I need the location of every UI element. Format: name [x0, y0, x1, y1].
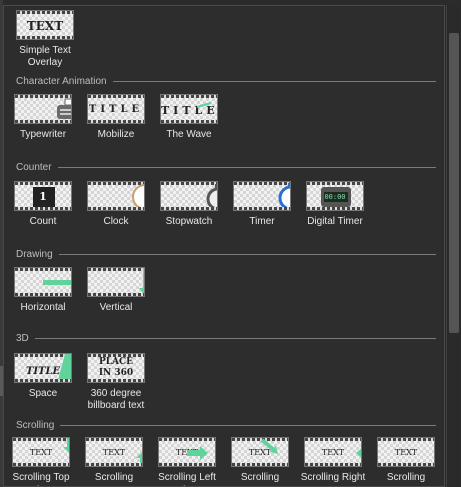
scroll-left-arrow-icon: TEXT	[304, 437, 362, 467]
scroll-up-arrow-icon: TEXT	[85, 437, 143, 467]
effect-timer[interactable]: Timer	[229, 181, 295, 228]
effect-thumbnail: TITLE	[14, 353, 72, 383]
category-3d: 3D	[16, 333, 436, 344]
effect-label: 360 degree billboard text	[87, 388, 145, 411]
effect-label: Scrolling	[240, 472, 280, 483]
category-divider	[60, 425, 436, 426]
title-effects-panel: TEXT Simple Text Overlay Character Anima…	[3, 5, 445, 487]
stopwatch-icon	[160, 181, 218, 211]
effect-label: Timer	[249, 216, 275, 227]
effect-label: Scrolling Right	[300, 472, 366, 483]
effect-digital-timer[interactable]: 00:00 Digital Timer	[302, 181, 368, 228]
effect-clock[interactable]: Clock	[83, 181, 149, 228]
effect-scrolling-bottom[interactable]: TEXT Scrolling	[81, 437, 147, 484]
typewriter-icon	[14, 94, 72, 124]
category-title: Scrolling	[16, 420, 55, 431]
effect-label: Space	[28, 388, 58, 399]
category-counter: Counter	[16, 162, 436, 173]
scrollbar-thumb[interactable]	[449, 33, 459, 333]
effect-label: Simple Text Overlay	[19, 45, 71, 68]
category-divider	[34, 338, 436, 339]
effect-vertical[interactable]: Vertical	[83, 267, 149, 314]
category-divider	[57, 167, 436, 168]
effect-scrolling-right[interactable]: TEXT Scrolling Right	[300, 437, 366, 484]
effect-label: Scrolling Left to	[158, 472, 216, 486]
category-title: Drawing	[16, 249, 53, 260]
effect-thumbnail: 1	[14, 181, 72, 211]
category-scrolling: Scrolling	[16, 420, 436, 431]
effect-simple-text-overlay[interactable]: TEXT Simple Text Overlay	[12, 10, 78, 69]
effect-label: Mobilize	[97, 129, 135, 140]
effect-space[interactable]: TITLE Space	[10, 353, 76, 400]
effect-label: Scrolling Top to	[12, 472, 70, 486]
category-drawing: Drawing	[16, 249, 436, 260]
effect-thumbnail: PLACE IN 360	[87, 353, 145, 383]
effect-label: Typewriter	[19, 129, 67, 140]
effect-360-billboard[interactable]: PLACE IN 360 360 degree billboard text	[83, 353, 149, 412]
category-divider	[112, 81, 436, 82]
effect-scrolling-left-to[interactable]: TEXT Scrolling Left to	[154, 437, 220, 486]
effect-count[interactable]: 1 Count	[10, 181, 76, 228]
effect-the-wave[interactable]: TITLE The Wave	[156, 94, 222, 141]
effect-thumbnail: TITLE	[87, 94, 145, 124]
vertical-arrow-icon	[87, 267, 145, 297]
vertical-scrollbar[interactable]	[446, 5, 460, 487]
effect-thumbnail: TITLE	[160, 94, 218, 124]
effect-stopwatch[interactable]: Stopwatch	[156, 181, 222, 228]
scroll-diagonal-arrow-icon: TEXT	[377, 437, 435, 467]
effect-mobilize[interactable]: TITLE Mobilize	[83, 94, 149, 141]
effect-scrolling-diagonal[interactable]: TEXT Scrolling	[227, 437, 293, 484]
timer-icon	[233, 181, 291, 211]
effect-label: Vertical	[99, 302, 133, 313]
effect-label: Count	[29, 216, 57, 227]
effect-horizontal[interactable]: Horizontal	[10, 267, 76, 314]
category-title: Counter	[16, 162, 52, 173]
category-character-animation: Character Animation	[16, 76, 436, 87]
effect-scrolling-top-to[interactable]: TEXT Scrolling Top to	[8, 437, 74, 486]
scroll-right-arrow-icon: TEXT	[158, 437, 216, 467]
category-title: 3D	[16, 333, 29, 344]
effect-label: Horizontal	[20, 302, 66, 313]
effect-thumbnail: TEXT	[16, 10, 74, 40]
scroll-diagonal-arrow-icon: TEXT	[231, 437, 289, 467]
effect-label: The Wave	[166, 129, 212, 140]
effect-label: Stopwatch	[165, 216, 213, 227]
effect-typewriter[interactable]: Typewriter	[10, 94, 76, 141]
horizontal-arrow-icon	[14, 267, 72, 297]
scroll-down-arrow-icon: TEXT	[12, 437, 70, 467]
effect-scrolling-diagonal-2[interactable]: TEXT Scrolling	[373, 437, 439, 484]
effect-label: Scrolling	[386, 472, 426, 483]
effect-label: Digital Timer	[307, 216, 363, 227]
category-title: Character Animation	[16, 76, 107, 87]
effect-label: Clock	[103, 216, 129, 227]
effect-label: Scrolling	[94, 472, 134, 483]
category-divider	[58, 254, 436, 255]
effect-thumbnail: 00:00	[306, 181, 364, 211]
clock-icon	[87, 181, 145, 211]
